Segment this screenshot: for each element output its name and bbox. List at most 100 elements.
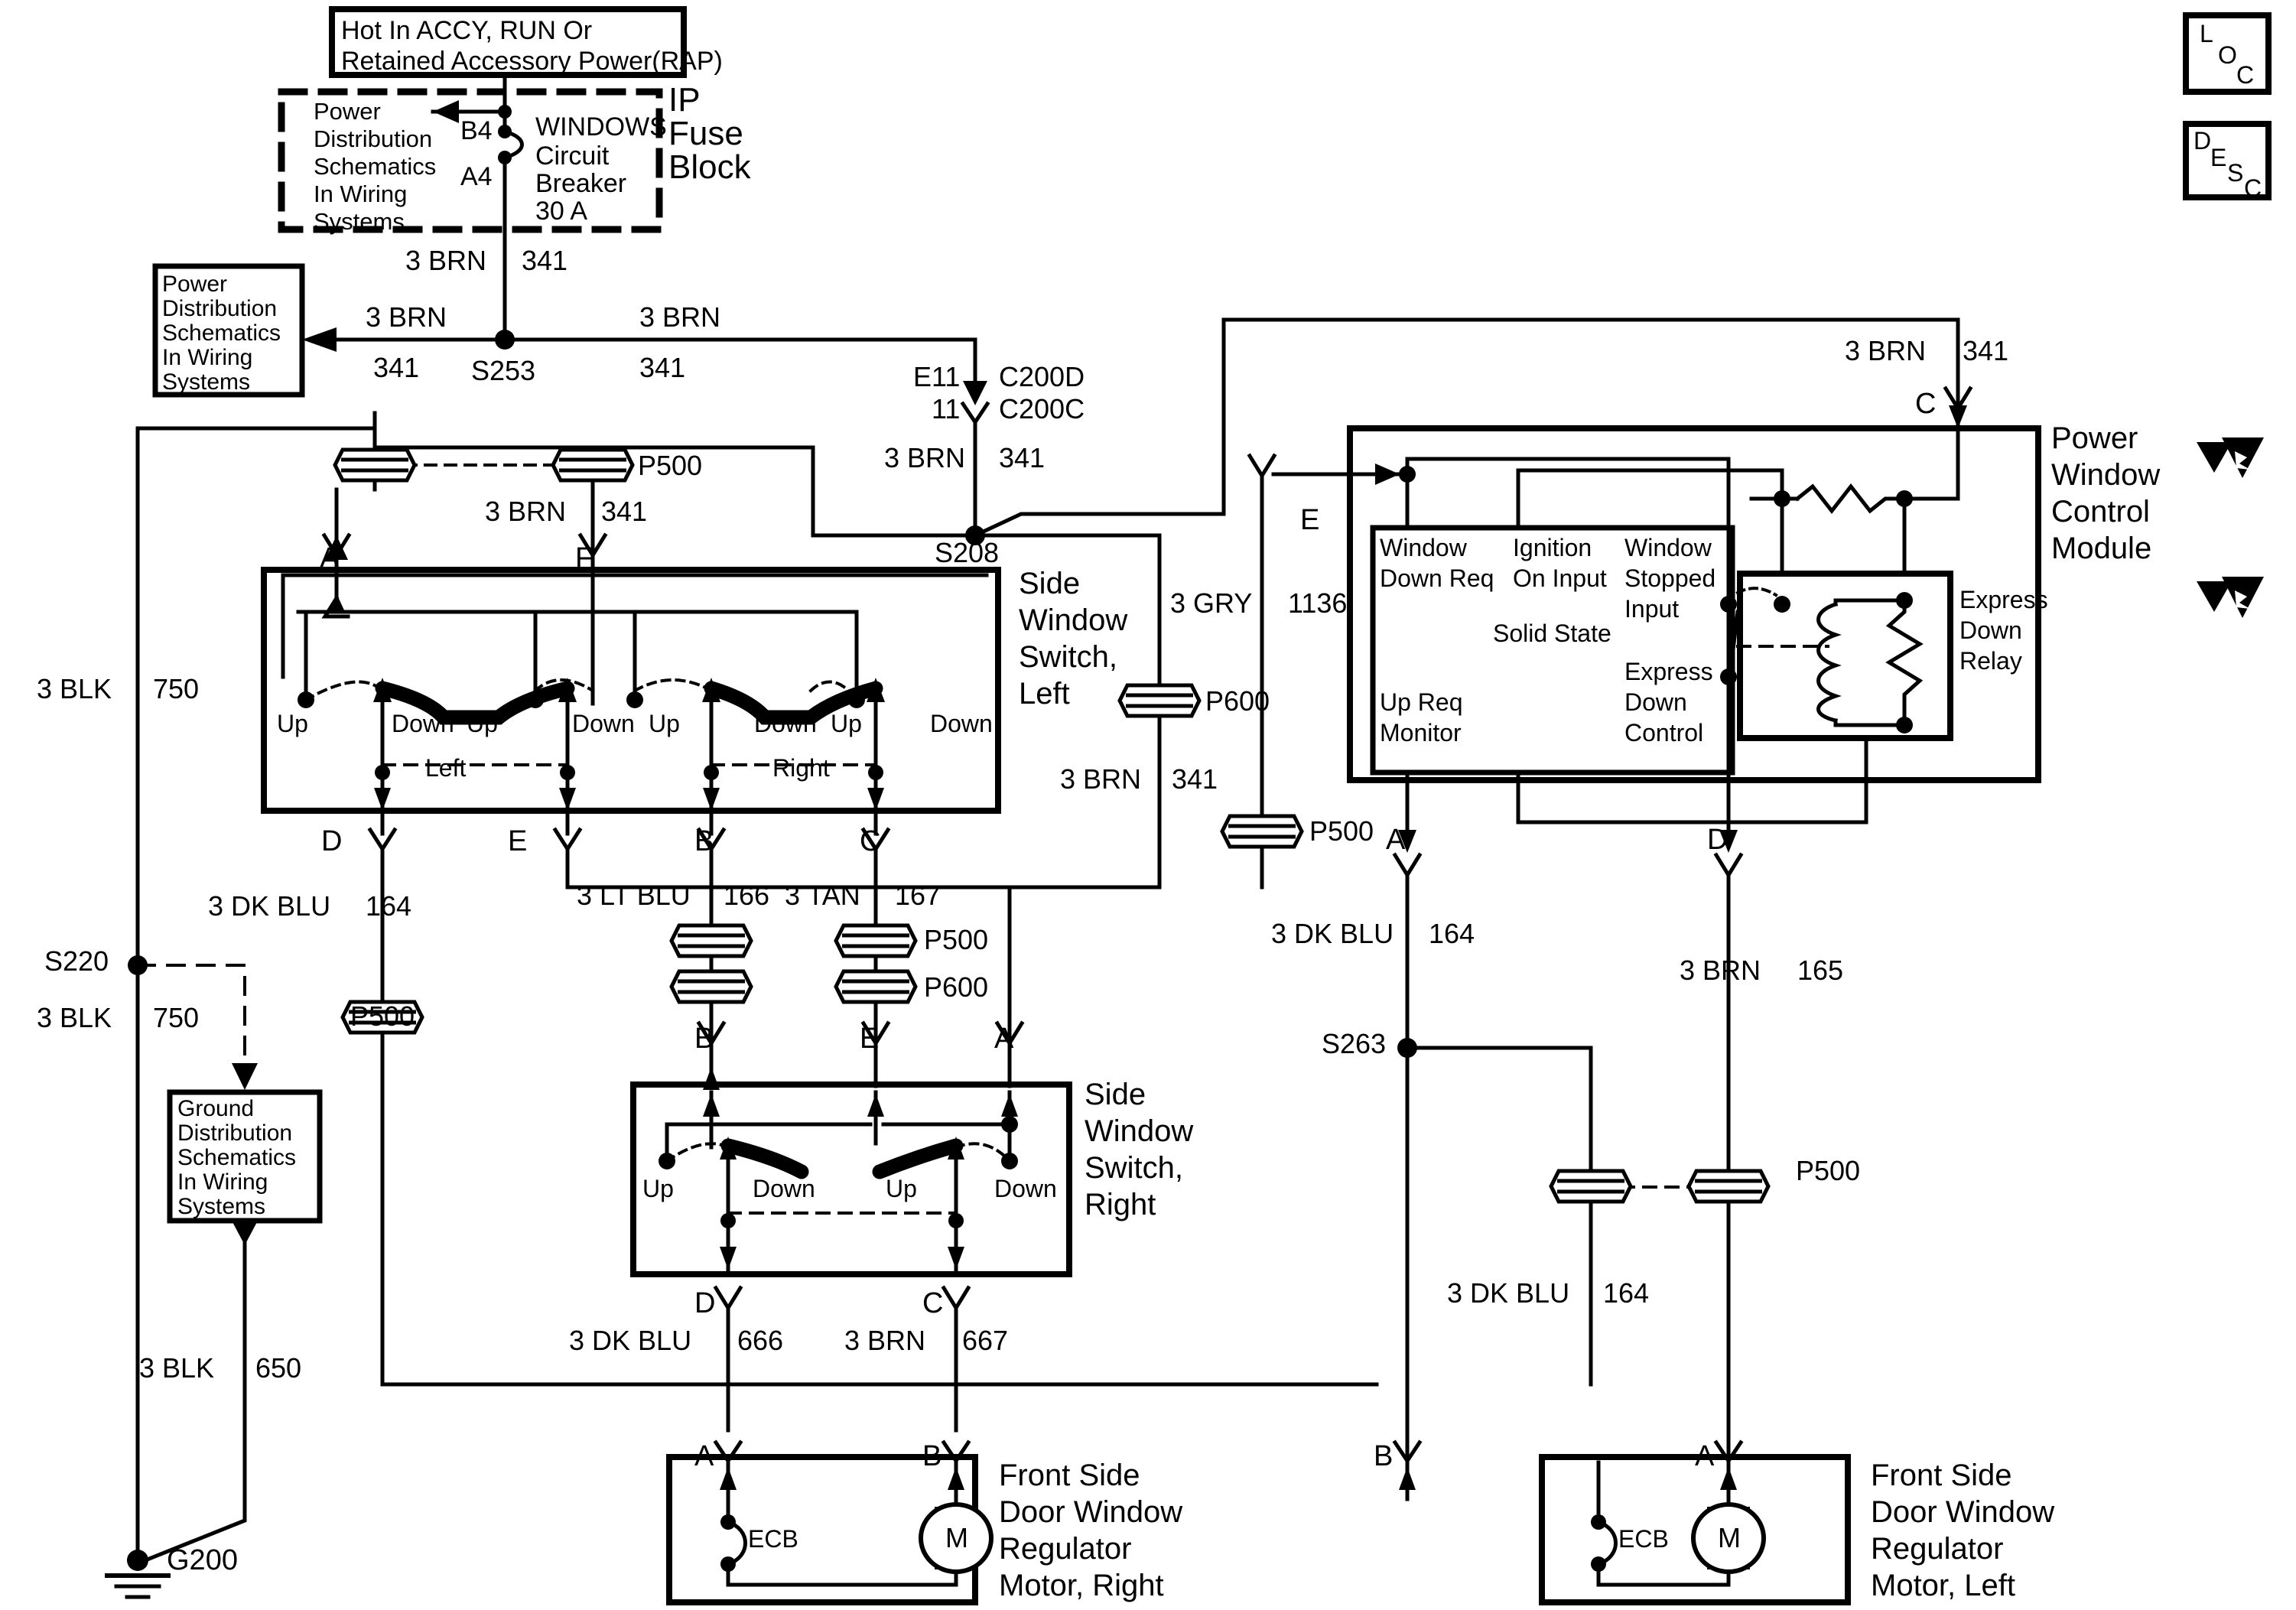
ground-g200-label: G200 <box>167 1544 238 1576</box>
desc-tag-letter-3: S <box>2227 159 2244 187</box>
right-switch-label-1: Side <box>1085 1078 1146 1111</box>
wire-341-breaker-color: 3 BRN <box>405 245 487 276</box>
left-switch-label-3: Switch, <box>1019 640 1117 674</box>
right-switch-pos-4: Down <box>994 1175 1057 1202</box>
pass-through-p500-module-label: P500 <box>1309 815 1374 847</box>
left-switch-label-2: Window <box>1019 603 1128 637</box>
motor-left-label-1: Front Side <box>1871 1459 2012 1492</box>
left-switch-pos-7: Up <box>831 710 862 737</box>
right-switch-pin-a: A <box>994 1023 1014 1055</box>
motor-right-symbol: M <box>945 1522 968 1553</box>
hot-note-line-1: Hot In ACCY, RUN Or <box>341 16 593 45</box>
module-label-4: Module <box>2051 532 2152 565</box>
right-switch-label-3: Switch, <box>1085 1151 1183 1185</box>
pass-through-p600-mid-label: P600 <box>924 971 989 1003</box>
wire-164-low-circuit: 164 <box>1603 1277 1650 1309</box>
motor-left-ecb-label: ECB <box>1618 1525 1669 1553</box>
ref-pd-dashed-line-4: In Wiring <box>314 181 408 207</box>
right-switch-label-2: Window <box>1085 1114 1194 1148</box>
right-switch-pos-1: Up <box>642 1175 674 1202</box>
left-switch-pin-b: B <box>694 825 714 857</box>
wire-166-color: 3 LT BLU <box>577 880 691 911</box>
wire-1136-circuit: 1136 <box>1288 587 1348 619</box>
module-inner-down-req: Down Req <box>1380 564 1494 592</box>
module-inner-input: Input <box>1624 595 1680 623</box>
wire-341-breaker-circuit: 341 <box>522 245 568 276</box>
motor-left-label-2: Door Window <box>1871 1495 2055 1529</box>
wire-1136-color: 3 GRY <box>1170 587 1253 619</box>
module-pin-a: A <box>1386 824 1406 856</box>
wire-164-left-color: 3 DK BLU <box>208 890 331 922</box>
left-switch-pos-3: Up <box>467 710 498 737</box>
ref-gd-line-1: Ground <box>177 1096 255 1121</box>
ref-pd-dashed-line-5: Systems <box>314 208 405 235</box>
pass-through-p500-left-label: P500 <box>350 1000 415 1032</box>
module-inner-window: Window <box>1380 534 1467 561</box>
wire-666-color: 3 DK BLU <box>569 1325 692 1356</box>
motor-left-label-4: Motor, Left <box>1871 1569 2015 1602</box>
left-switch-label-4: Left <box>1019 677 1070 711</box>
wire-750-left-color: 3 BLK <box>37 673 112 704</box>
wire-341-left-circuit: 341 <box>373 352 420 383</box>
left-switch-pin-a: A <box>320 542 340 574</box>
module-inner-solid-state: Solid State <box>1493 620 1611 647</box>
module-inner-down: Down <box>1624 688 1687 716</box>
module-inner-window-2: Window <box>1624 534 1712 561</box>
wire-341-module-circuit: 341 <box>1963 335 2009 366</box>
wire-341-right-circuit: 341 <box>639 352 686 383</box>
wire-164-left-circuit: 164 <box>366 890 412 922</box>
right-switch-pin-b: B <box>694 1023 714 1055</box>
connector-c200c-label: C200C <box>999 393 1085 424</box>
module-inner-monitor: Monitor <box>1380 719 1462 746</box>
motor-left-pin-a: A <box>1695 1440 1715 1472</box>
wiring-diagram-sheet: Hot In ACCY, RUN Or Retained Accessory P… <box>0 0 2296 1610</box>
wire-341-right-color: 3 BRN <box>639 301 721 333</box>
module-label-1: Power <box>2051 421 2138 455</box>
desc-tag-letter-4: C <box>2244 174 2262 202</box>
left-switch-pin-e: E <box>508 825 528 857</box>
ref-pd-solid-line-5: Systems <box>162 369 251 395</box>
right-switch-pin-c: C <box>922 1287 944 1319</box>
right-switch-pin-d: D <box>694 1287 716 1319</box>
left-switch-pin-c: C <box>860 825 881 857</box>
wire-667-color: 3 BRN <box>844 1325 926 1356</box>
fuse-block-label-1: IP <box>668 81 701 119</box>
module-inner-express: Express <box>1624 658 1713 685</box>
wire-341-c200-circuit: 341 <box>999 442 1046 473</box>
wire-167-color: 3 TAN <box>785 880 860 911</box>
left-switch-pos-2: Down <box>392 710 454 737</box>
left-switch-pos-8: Down <box>930 710 993 737</box>
connector-c200d-label: C200D <box>999 361 1085 392</box>
fuse-block-label-2: Fuse <box>668 115 743 152</box>
left-switch-group-left: Left <box>425 754 467 782</box>
wire-166-circuit: 166 <box>724 880 770 911</box>
ref-pd-solid-line-1: Power <box>162 272 228 297</box>
schematic-lines <box>105 6 2272 1605</box>
motor-left-label-3: Regulator <box>1871 1532 2004 1566</box>
wire-341-p600-circuit: 341 <box>1172 763 1218 795</box>
ref-gd-line-3: Schematics <box>177 1145 297 1170</box>
motor-right-label-4: Motor, Right <box>999 1569 1164 1602</box>
relay-label-2: Down <box>1959 616 2022 644</box>
relay-label-1: Express <box>1959 586 2048 613</box>
left-switch-pos-4: Down <box>572 710 635 737</box>
left-switch-pos-6: Down <box>754 710 817 737</box>
ref-gd-line-5: Systems <box>177 1194 266 1219</box>
fuse-block-label-3: Block <box>668 148 751 186</box>
ref-pd-solid-line-2: Distribution <box>162 296 278 321</box>
wire-750-left-circuit: 750 <box>153 673 200 704</box>
module-inner-ignition: Ignition <box>1513 534 1592 561</box>
desc-tag-letter-1: D <box>2194 127 2212 154</box>
wire-164-mid-circuit: 164 <box>1429 918 1475 949</box>
left-switch-pos-5: Up <box>649 710 680 737</box>
ref-pd-dashed-line-1: Power <box>314 98 381 125</box>
right-switch-pos-2: Down <box>753 1175 815 1202</box>
motor-right-label-2: Door Window <box>999 1495 1183 1529</box>
splice-s253-label: S253 <box>471 355 536 386</box>
left-switch-pin-f: F <box>575 542 594 574</box>
module-pin-e: E <box>1300 504 1320 536</box>
breaker-name: WINDOWS <box>535 112 667 141</box>
connector-c200c-pin: 11 <box>932 393 961 424</box>
right-switch-pos-3: Up <box>886 1175 917 1202</box>
breaker-line-2: Circuit <box>535 141 610 171</box>
